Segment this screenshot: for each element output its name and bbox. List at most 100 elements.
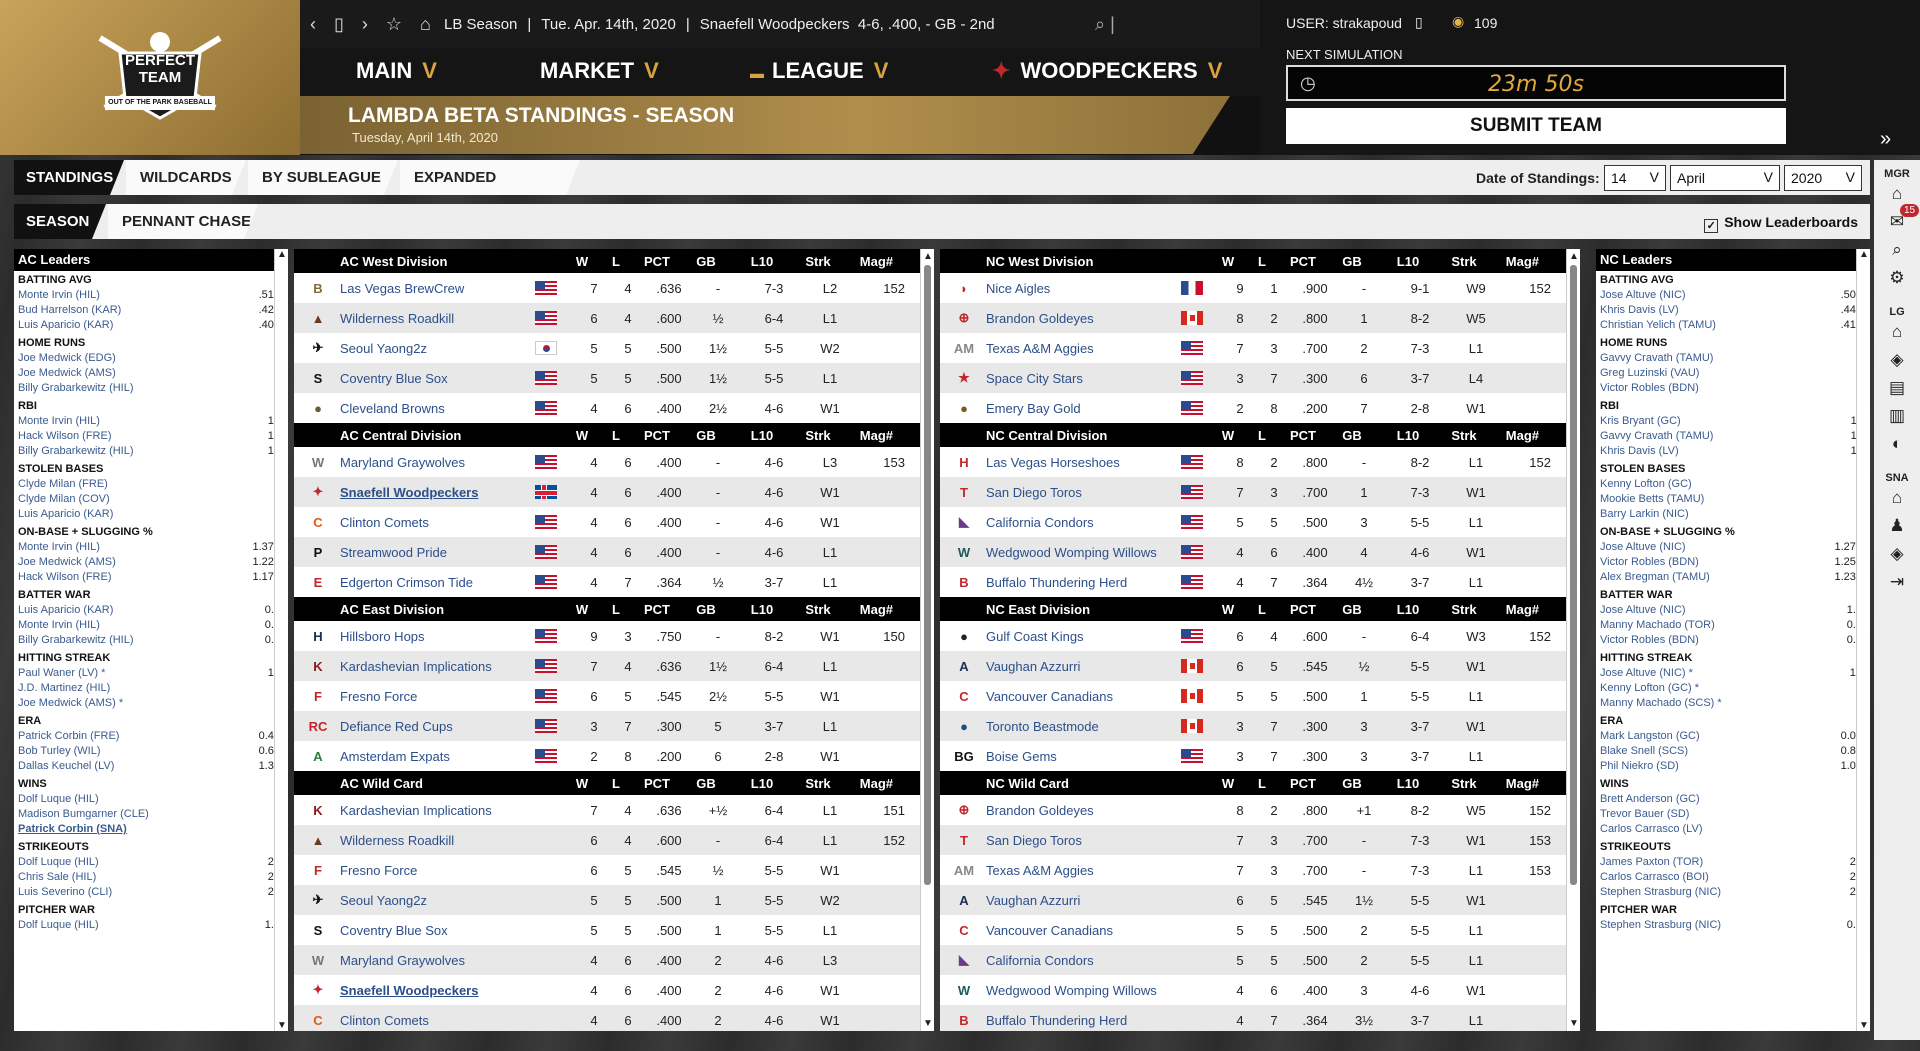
team-name-link[interactable]: Wilderness Roadkill: [340, 311, 535, 326]
team-name-link[interactable]: Vancouver Canadians: [986, 689, 1181, 704]
team-name-link[interactable]: Nice Aigles: [986, 281, 1181, 296]
month-select[interactable]: April V: [1670, 165, 1780, 191]
table-row[interactable]: C Clinton Comets 4 6 .400 2 4-6 W1: [294, 1005, 934, 1031]
leader-player-link[interactable]: Barry Larkin (NIC): [1600, 508, 1689, 523]
team-name-link[interactable]: Seoul Yaong2z: [340, 341, 535, 356]
leader-player-link[interactable]: Kenny Lofton (GC): [1600, 478, 1692, 493]
team-name-link[interactable]: California Condors: [986, 515, 1181, 530]
leader-player-link[interactable]: Luis Aparicio (KAR): [18, 319, 113, 334]
scroll-down-icon[interactable]: ▼: [277, 1020, 287, 1031]
forward-icon[interactable]: ›: [362, 14, 368, 35]
table-row[interactable]: ✦ Snaefell Woodpeckers 4 6 .400 - 4-6 W1: [294, 477, 934, 507]
team-name-link[interactable]: Streamwood Pride: [340, 545, 535, 560]
table-row[interactable]: K Kardashevian Implications 7 4 .636 +½ 6-4 L1 1…: [294, 795, 934, 825]
column-header-pct[interactable]: PCT: [1279, 776, 1327, 791]
team-name-link[interactable]: Coventry Blue Sox: [340, 371, 535, 386]
team-name-link[interactable]: San Diego Toros: [986, 485, 1181, 500]
column-header-gb[interactable]: GB: [1327, 428, 1377, 443]
team-name-link[interactable]: Wedgwood Womping Willows: [986, 545, 1181, 560]
team-name-link[interactable]: Buffalo Thundering Herd: [986, 1013, 1181, 1028]
leader-player-link[interactable]: Mark Langston (GC): [1600, 730, 1700, 745]
table-row[interactable]: ◗ Nice Aigles 9 1 .900 - 9-1 W9 152: [940, 273, 1580, 303]
leader-player-link[interactable]: Carlos Carrasco (BOI): [1600, 871, 1709, 886]
column-header-mag[interactable]: Mag#: [1489, 602, 1539, 617]
column-header-mag[interactable]: Mag#: [843, 776, 893, 791]
column-header-strk[interactable]: Strk: [793, 428, 843, 443]
ac-standings-scrollbar[interactable]: ▲ ▼: [920, 249, 934, 1031]
table-row[interactable]: ◣ California Condors 5 5 .500 2 5-5 L1: [940, 945, 1580, 975]
scroll-up-icon[interactable]: ▲: [923, 251, 933, 262]
leader-player-link[interactable]: Jose Altuve (NIC): [1600, 604, 1686, 619]
table-row[interactable]: C Clinton Comets 4 6 .400 - 4-6 W1: [294, 507, 934, 537]
team-name-link[interactable]: Maryland Graywolves: [340, 953, 535, 968]
tab-by-subleague[interactable]: BY SUBLEAGUE: [248, 160, 398, 195]
column-header-strk[interactable]: Strk: [1439, 428, 1489, 443]
baseball-icon[interactable]: ◐: [1874, 434, 1920, 454]
leader-player-link[interactable]: Hack Wilson (FRE): [18, 430, 112, 445]
team-name-link[interactable]: Boise Gems: [986, 749, 1181, 764]
table-row[interactable]: P Streamwood Pride 4 6 .400 - 4-6 L1: [294, 537, 934, 567]
menu-team[interactable]: ✦ WOODPECKERS V: [992, 58, 1222, 84]
team-name-link[interactable]: Cleveland Browns: [340, 401, 535, 416]
column-header-strk[interactable]: Strk: [1439, 776, 1489, 791]
column-header-mag[interactable]: Mag#: [1489, 254, 1539, 269]
subtab-season[interactable]: SEASON: [14, 204, 106, 239]
ac-leaders-scrollbar[interactable]: ▲ ▼: [274, 249, 288, 1031]
logo-area[interactable]: PERFECT TEAM OUT OF THE PARK BASEBALL: [0, 0, 300, 155]
column-header-gb[interactable]: GB: [681, 254, 731, 269]
leader-player-link[interactable]: Clyde Milan (COV): [18, 493, 110, 508]
column-header-mag[interactable]: Mag#: [1489, 428, 1539, 443]
team-name-link[interactable]: Snaefell Woodpeckers: [340, 983, 535, 998]
leader-player-link[interactable]: Patrick Corbin (FRE): [18, 730, 119, 745]
column-header-gb[interactable]: GB: [1327, 776, 1377, 791]
column-header-mag[interactable]: Mag#: [1489, 776, 1539, 791]
year-select[interactable]: 2020 V: [1784, 165, 1862, 191]
leader-player-link[interactable]: Stephen Strasburg (NIC): [1600, 919, 1721, 934]
team-name-link[interactable]: Edgerton Crimson Tide: [340, 575, 535, 590]
team-name-link[interactable]: Amsterdam Expats: [340, 749, 535, 764]
leader-player-link[interactable]: Monte Irvin (HIL): [18, 289, 100, 304]
table-row[interactable]: W Wedgwood Womping Willows 4 6 .400 4 4-6 W1: [940, 537, 1580, 567]
team-name-link[interactable]: Wilderness Roadkill: [340, 833, 535, 848]
column-header-strk[interactable]: Strk: [1439, 602, 1489, 617]
table-row[interactable]: K Kardashevian Implications 7 4 .636 1½ 6-4 L1: [294, 651, 934, 681]
team-name-link[interactable]: Las Vegas BrewCrew: [340, 281, 535, 296]
menu-league[interactable]: ▬ LEAGUE V: [750, 58, 888, 84]
column-header-gb[interactable]: GB: [681, 776, 731, 791]
leader-player-link[interactable]: Billy Grabarkewitz (HIL): [18, 445, 134, 460]
table-row[interactable]: A Amsterdam Expats 2 8 .200 6 2-8 W1: [294, 741, 934, 771]
search-icon[interactable]: ⌕ |: [1095, 14, 1115, 35]
table-row[interactable]: ◣ California Condors 5 5 .500 3 5-5 L1: [940, 507, 1580, 537]
column-header-l[interactable]: L: [599, 602, 633, 617]
leader-player-link[interactable]: Kris Bryant (GC): [1600, 415, 1681, 430]
leader-player-link[interactable]: Gavvy Cravath (TAMU): [1600, 430, 1713, 445]
column-header-l10[interactable]: L10: [1377, 776, 1439, 791]
leader-player-link[interactable]: Jose Altuve (NIC): [1600, 289, 1686, 304]
leader-player-link[interactable]: Luis Aparicio (KAR): [18, 604, 113, 619]
table-row[interactable]: T San Diego Toros 7 3 .700 - 7-3 W1 153: [940, 825, 1580, 855]
column-header-l10[interactable]: L10: [1377, 602, 1439, 617]
column-header-pct[interactable]: PCT: [1279, 602, 1327, 617]
menu-market[interactable]: MARKET V: [540, 58, 659, 84]
team-name-link[interactable]: Defiance Red Cups: [340, 719, 535, 734]
leader-player-link[interactable]: Dolf Luque (HIL): [18, 793, 99, 808]
leader-player-link[interactable]: Monte Irvin (HIL): [18, 415, 100, 430]
column-header-gb[interactable]: GB: [681, 602, 731, 617]
table-row[interactable]: C Vancouver Canadians 5 5 .500 2 5-5 L1: [940, 915, 1580, 945]
column-header-l10[interactable]: L10: [1377, 428, 1439, 443]
leader-player-link[interactable]: Blake Snell (SCS): [1600, 745, 1688, 760]
back-icon[interactable]: ‹: [310, 14, 316, 35]
column-header-pct[interactable]: PCT: [1279, 428, 1327, 443]
table-row[interactable]: W Maryland Graywolves 4 6 .400 2 4-6 L3: [294, 945, 934, 975]
table-row[interactable]: B Buffalo Thundering Herd 4 7 .364 3½ 3-7 L1: [940, 1005, 1580, 1031]
team-name-link[interactable]: Space City Stars: [986, 371, 1181, 386]
column-header-l[interactable]: L: [1245, 776, 1279, 791]
column-header-l[interactable]: L: [1245, 428, 1279, 443]
column-header-pct[interactable]: PCT: [633, 602, 681, 617]
team-name-link[interactable]: Brandon Goldeyes: [986, 311, 1181, 326]
tab-wildcards[interactable]: WILDCARDS: [126, 160, 246, 195]
leader-player-link[interactable]: Dolf Luque (HIL): [18, 856, 99, 871]
column-header-w[interactable]: W: [565, 254, 599, 269]
home-icon[interactable]: ⌂: [420, 14, 431, 35]
leader-player-link[interactable]: Joe Medwick (AMS) *: [18, 697, 123, 712]
